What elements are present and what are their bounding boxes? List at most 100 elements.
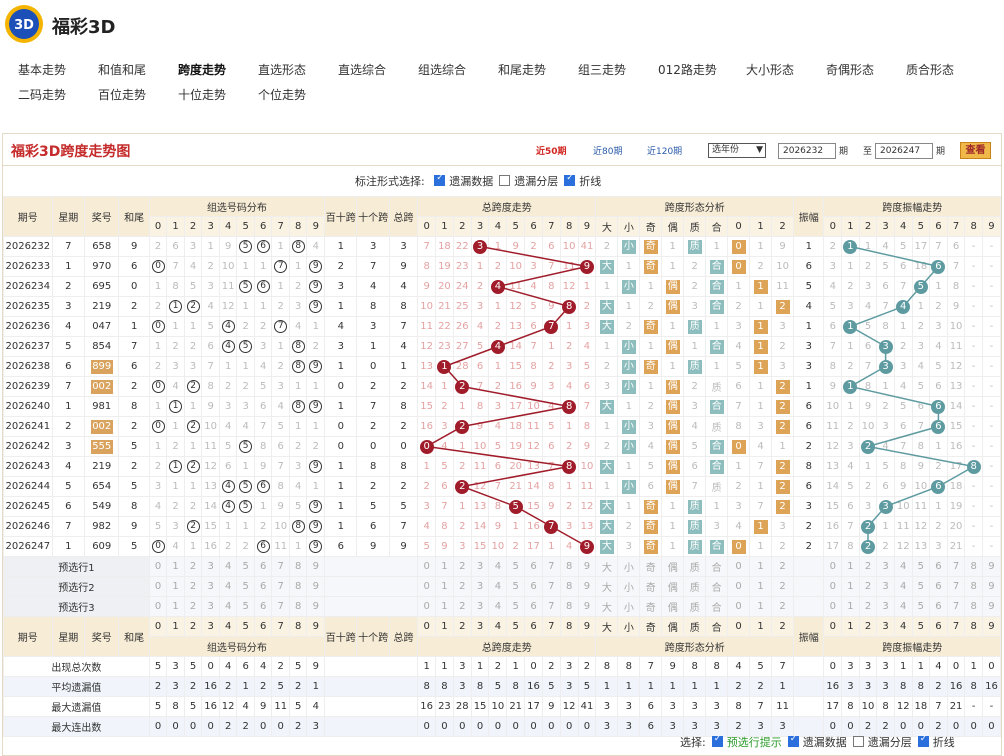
nav-link[interactable]: 奇偶形态	[826, 58, 874, 83]
mark-check[interactable]: 折线	[558, 173, 601, 188]
to-issue-input[interactable]: 2026247	[875, 143, 933, 159]
issue-cell: 2026244	[3, 476, 53, 497]
zk-cell: 4	[559, 536, 579, 557]
checkbox-icon[interactable]	[852, 736, 864, 747]
amp-cell: 3	[793, 336, 825, 357]
week-cell: 5	[51, 336, 86, 357]
nav-link[interactable]: 和值和尾	[98, 58, 146, 83]
predict-cell: 7	[541, 596, 561, 617]
amp-trend-cell: -	[964, 296, 983, 317]
shape-cell: 合	[705, 336, 729, 357]
week-cell: 2	[51, 276, 86, 297]
amp-trend-cell: -	[981, 476, 1002, 497]
stat-cell: 0	[470, 716, 490, 737]
road-box: 2	[775, 479, 790, 494]
amp-trend-cell: 7	[841, 516, 860, 537]
digit-header: 8	[559, 216, 579, 237]
zk-cell: 4	[541, 396, 561, 417]
range-120-link[interactable]: 近120期	[647, 144, 682, 157]
from-issue-input[interactable]: 2026232	[778, 143, 836, 159]
amp-ball: 3	[878, 359, 893, 374]
amp-trend-cell: 1	[876, 376, 895, 397]
parity-box: 偶	[665, 339, 680, 354]
group-cell: 2	[236, 316, 255, 337]
stat-cell: 4	[306, 696, 326, 717]
amp-trend-cell: 5	[893, 236, 913, 257]
amp-trend-cell: -	[964, 336, 983, 357]
nav-link[interactable]: 基本走势	[18, 58, 66, 83]
stat-cell: 2	[218, 676, 238, 697]
group-ball: 4	[221, 320, 235, 333]
nav-link[interactable]: 大小形态	[746, 58, 794, 83]
amp-trend-cell: 2	[876, 536, 895, 557]
zk-cell: 22	[452, 236, 472, 257]
nav-link[interactable]: 和尾走势	[498, 58, 546, 83]
checkbox-icon[interactable]	[711, 734, 723, 747]
checkbox-icon[interactable]	[564, 173, 576, 186]
shape-cell: 奇	[639, 236, 663, 257]
checkbox-icon[interactable]	[917, 734, 929, 747]
amp-trend-cell: 13	[823, 456, 843, 477]
nav-link[interactable]: 十位走势	[178, 83, 226, 108]
predict-cell: 5	[506, 596, 526, 617]
nav-link[interactable]: 百位走势	[98, 83, 146, 108]
zkt-header: 总跨度走势	[417, 636, 597, 657]
group-cell: 2	[148, 236, 168, 257]
shape-cell: 6	[727, 376, 751, 397]
range-50-link[interactable]: 近50期	[536, 144, 567, 157]
tail-cell: 9	[118, 236, 150, 257]
predict-row: 预选行1 0 1 2 3 4 5 6 7 8 9 0 1 2 3 4 5 6 7 8 9 大小奇偶质合 0 1 2 0 1 2 3 4 5 6…	[3, 556, 1002, 577]
mark-check[interactable]: 遗漏数据	[428, 173, 493, 188]
nav-link[interactable]: 组选综合	[418, 58, 466, 83]
nav-link[interactable]: 012路走势	[658, 58, 717, 83]
amp-trend-cell: -	[981, 336, 1002, 357]
total-header: 总跨	[388, 196, 419, 237]
zk-cell: 5	[488, 436, 508, 457]
predict-cell: 7	[946, 596, 966, 617]
nav-link[interactable]: 组三走势	[578, 58, 626, 83]
year-select[interactable]: 选年份 ▼	[708, 143, 766, 158]
checkbox-icon[interactable]	[434, 173, 446, 186]
shape-col-header: 合	[705, 216, 729, 237]
view-button[interactable]: 查看	[960, 142, 991, 159]
checkbox-icon[interactable]	[787, 734, 799, 747]
predict-cell: 4	[218, 556, 238, 577]
shape-cell: 1	[661, 536, 685, 557]
shape-cell: 2	[595, 236, 619, 257]
range-80-link[interactable]: 近80期	[593, 144, 622, 157]
fc3d-logo-icon[interactable]: 3D	[4, 4, 44, 44]
amp-trend-cell: -	[964, 276, 983, 297]
bg-cell: 4	[356, 276, 390, 297]
nav-link[interactable]: 质合形态	[906, 58, 954, 83]
footer-check[interactable]: 预选行提示	[706, 734, 782, 749]
shape-cell: 1	[705, 496, 729, 517]
group-cell: 0	[148, 376, 168, 397]
footer-check[interactable]: 遗漏分层	[847, 736, 912, 749]
footer-check[interactable]: 遗漏数据	[782, 734, 847, 749]
nav-link[interactable]: 二码走势	[18, 83, 66, 108]
total-cell: 8	[388, 396, 419, 417]
nav-link[interactable]: 个位走势	[258, 83, 306, 108]
checkbox-icon[interactable]	[499, 175, 511, 186]
shape-cell: 合	[705, 396, 729, 417]
shape-cell: 合	[705, 296, 729, 317]
group-cell: 8	[288, 336, 308, 357]
nav-link[interactable]: 跨度走势	[178, 58, 226, 83]
digit-header: 2	[183, 216, 203, 237]
zk-cell: 20	[435, 276, 454, 297]
digit-header: 7	[541, 616, 561, 637]
amp-trend-cell: 1	[876, 516, 895, 537]
mark-check[interactable]: 遗漏分层	[493, 175, 558, 188]
predict-cell: 5	[506, 556, 526, 577]
predict-cell: 6	[524, 596, 543, 617]
nav-link[interactable]: 直选综合	[338, 58, 386, 83]
footer-check[interactable]: 折线	[912, 734, 955, 749]
predict-cell: 9	[981, 556, 1002, 577]
zk-cell: 14	[524, 476, 543, 497]
nav-link[interactable]: 直选形态	[258, 58, 306, 83]
zk-cell: 11	[577, 476, 597, 497]
shape-cell: 1	[661, 496, 685, 517]
shape-cell: 11	[771, 276, 795, 297]
amp-trend-cell: 8	[841, 536, 860, 557]
predict-row: 预选行2 0 1 2 3 4 5 6 7 8 9 0 1 2 3 4 5 6 7 8 9 大小奇偶质合 0 1 2 0 1 2 3 4 5 6…	[3, 576, 1002, 597]
